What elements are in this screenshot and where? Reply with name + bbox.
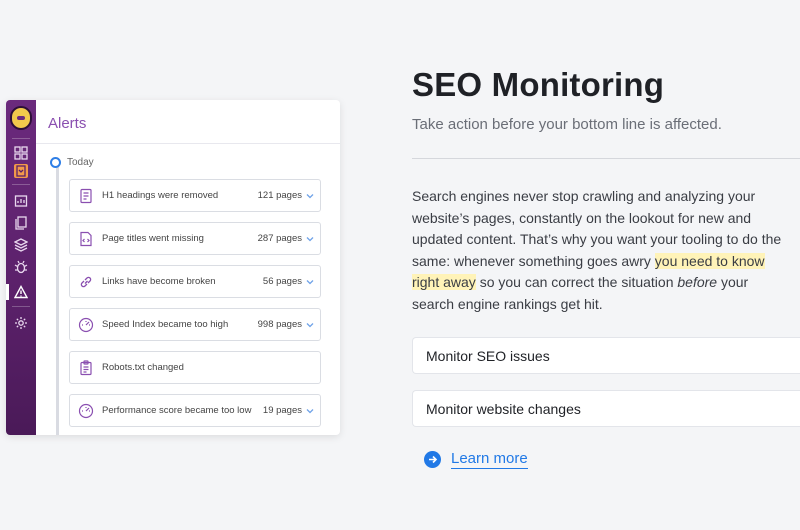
document-icon[interactable] <box>14 164 28 178</box>
page-subtitle: Take action before your bottom line is a… <box>412 116 722 133</box>
learn-more-link[interactable]: Learn more <box>424 450 528 469</box>
settings-icon[interactable] <box>14 316 28 330</box>
clipboard-icon <box>78 359 94 376</box>
emphasized-text: before <box>677 274 718 290</box>
alert-item[interactable]: Page titles went missing 287 pages <box>69 222 321 255</box>
description-paragraph: Search engines never stop crawling and a… <box>412 186 792 315</box>
monitor-seo-issues-card[interactable]: Monitor SEO issues <box>412 337 800 374</box>
rail-divider <box>12 184 30 185</box>
alert-count: 56 pages <box>262 276 302 287</box>
panel-header: Alerts <box>36 100 340 144</box>
alert-text: Links have become broken <box>102 276 216 287</box>
monitor-website-changes-card[interactable]: Monitor website changes <box>412 390 800 427</box>
alert-count: 121 pages <box>257 190 302 201</box>
document-lines-icon <box>78 188 94 204</box>
page-title: SEO Monitoring <box>412 66 665 103</box>
rail-divider <box>12 306 30 307</box>
alert-text: Performance score became too low <box>102 405 252 416</box>
chevron-down-icon[interactable] <box>306 235 314 243</box>
alert-item[interactable]: Speed Index became too high 998 pages <box>69 308 321 341</box>
alert-text: Speed Index became too high <box>102 319 229 330</box>
chevron-down-icon[interactable] <box>306 192 314 200</box>
chevron-down-icon[interactable] <box>306 278 314 286</box>
divider <box>412 158 800 159</box>
alert-text: Page titles went missing <box>102 233 204 244</box>
rail-active-indicator <box>6 284 9 300</box>
alert-item[interactable]: H1 headings were removed 121 pages <box>69 179 321 212</box>
panel-title: Alerts <box>48 115 87 132</box>
warning-icon[interactable] <box>14 285 28 299</box>
alerts-panel: Alerts Today H1 headings were removed 12… <box>36 100 340 435</box>
link-icon <box>78 274 94 290</box>
rail-divider <box>12 138 30 139</box>
pages-icon[interactable] <box>14 216 28 230</box>
alert-item[interactable]: Robots.txt changed <box>69 351 321 384</box>
document-code-icon <box>78 231 94 247</box>
paragraph-text: so you can correct the situation <box>475 274 678 290</box>
gauge-icon <box>78 403 94 419</box>
alert-text: H1 headings were removed <box>102 190 219 201</box>
gauge-icon <box>78 317 94 333</box>
chevron-down-icon[interactable] <box>306 321 314 329</box>
today-label: Today <box>67 157 94 168</box>
learn-more-label: Learn more <box>451 450 528 469</box>
arrow-right-icon <box>424 451 441 468</box>
sidebar-rail <box>6 100 36 435</box>
alert-item[interactable]: Links have become broken 56 pages <box>69 265 321 298</box>
alerts-app-mockup: Alerts Today H1 headings were removed 12… <box>6 100 340 435</box>
alert-count: 19 pages <box>262 405 302 416</box>
alert-count: 287 pages <box>257 233 302 244</box>
timeline-line <box>56 162 59 435</box>
logo-icon <box>10 106 32 130</box>
bug-icon[interactable] <box>14 260 28 274</box>
layers-icon[interactable] <box>14 238 28 252</box>
chevron-down-icon[interactable] <box>306 407 314 415</box>
alert-count: 998 pages <box>257 319 302 330</box>
dashboard-icon[interactable] <box>14 146 28 160</box>
alert-text: Robots.txt changed <box>102 362 184 373</box>
timeline-dot <box>50 157 61 168</box>
chart-icon[interactable] <box>14 194 28 208</box>
alert-item[interactable]: Performance score became too low 19 page… <box>69 394 321 427</box>
